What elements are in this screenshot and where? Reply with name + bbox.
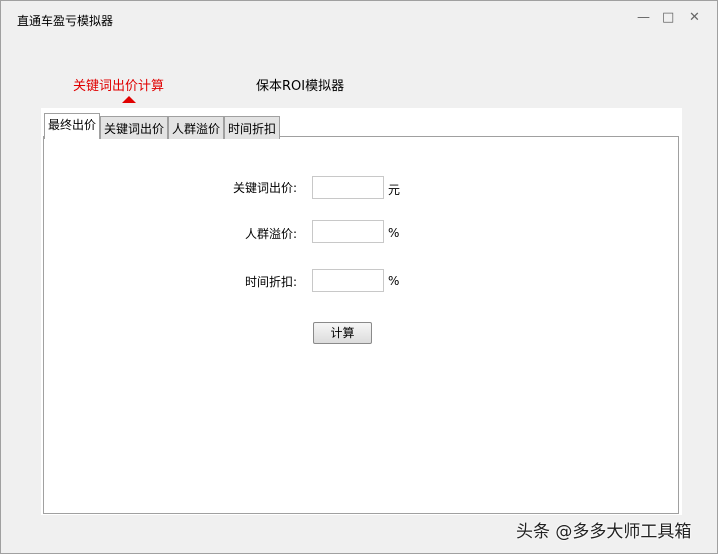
top-tab-roi-simulator[interactable]: 保本ROI模拟器 [256, 75, 344, 94]
keyword-bid-label: 关键词出价: [232, 181, 297, 195]
minimize-button[interactable]: — [637, 10, 650, 25]
watermark: 头条 @多多大师工具箱 [516, 522, 692, 542]
active-indicator-icon [122, 96, 136, 103]
keyword-bid-input[interactable] [312, 176, 384, 199]
app-window: 直通车盈亏模拟器 — □ ✕ 关键词出价计算 保本ROI模拟器 最终出价 关键词… [0, 0, 718, 554]
close-button[interactable]: ✕ [689, 10, 700, 25]
tab-final-bid[interactable]: 最终出价 [44, 113, 101, 139]
crowd-premium-unit: % [388, 226, 400, 240]
tab-crowd-premium[interactable]: 人群溢价 [168, 116, 225, 139]
top-tab-keyword-bid[interactable]: 关键词出价计算 [73, 75, 164, 94]
crowd-premium-label: 人群溢价: [244, 227, 297, 241]
tab-bar: 最终出价 关键词出价 人群溢价 时间折扣 [44, 113, 281, 139]
time-discount-input[interactable] [312, 269, 384, 292]
keyword-bid-unit: 元 [388, 183, 401, 197]
time-discount-unit: % [388, 274, 400, 288]
calculate-button[interactable]: 计算 [313, 322, 372, 344]
crowd-premium-input[interactable] [312, 220, 384, 243]
tab-time-discount[interactable]: 时间折扣 [224, 116, 281, 139]
tab-keyword-bid[interactable]: 关键词出价 [100, 116, 169, 139]
window-title: 直通车盈亏模拟器 [17, 14, 114, 28]
time-discount-label: 时间折扣: [244, 275, 297, 289]
maximize-button[interactable]: □ [662, 10, 674, 25]
